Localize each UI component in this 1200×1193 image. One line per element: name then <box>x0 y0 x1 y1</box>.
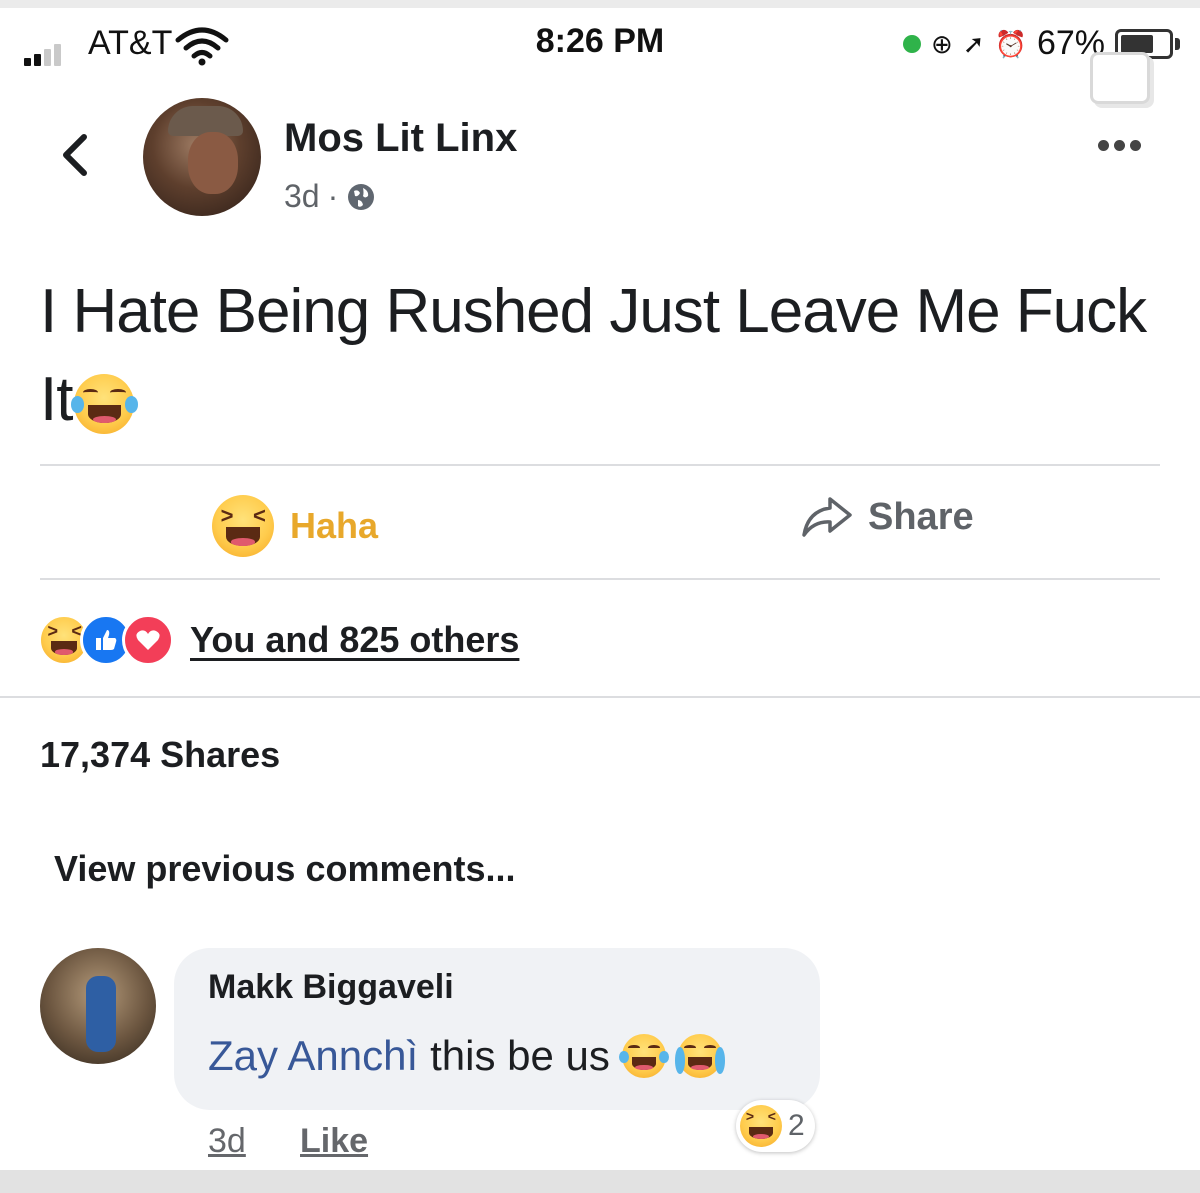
orientation-lock-icon: ⊕ <box>930 28 953 59</box>
haha-label: Haha <box>290 505 379 546</box>
reaction-summary[interactable]: You and 825 others <box>38 614 519 666</box>
meta-separator: · <box>327 178 339 214</box>
haha-reaction-button[interactable]: Haha <box>212 495 378 557</box>
author-avatar[interactable] <box>143 98 261 216</box>
shares-count[interactable]: 17,374 Shares <box>40 734 280 776</box>
more-dots-icon <box>1098 140 1109 151</box>
back-chevron-icon <box>63 134 87 176</box>
commenter-avatar[interactable] <box>40 948 156 1064</box>
divider-actions <box>40 578 1160 580</box>
haha-emoji-icon <box>212 495 274 557</box>
more-options-button[interactable] <box>1098 140 1141 151</box>
view-previous-comments-link[interactable]: View previous comments... <box>54 848 516 890</box>
location-icon: ➚ <box>962 28 985 59</box>
battery-tip <box>1175 37 1180 50</box>
share-label: Share <box>868 495 974 538</box>
comment-reaction-count: 2 <box>788 1109 805 1142</box>
comment-body: this be us <box>430 1032 610 1079</box>
comment-time[interactable]: 3d <box>208 1122 246 1161</box>
comment-text: Zay Annchì this be us <box>208 1032 725 1080</box>
commenter-name[interactable]: Makk Biggaveli <box>208 968 454 1007</box>
alarm-icon: ⏰ <box>994 28 1027 59</box>
comment-like-button[interactable]: Like <box>300 1122 368 1161</box>
haha-emoji-icon <box>740 1105 782 1147</box>
laughing-tears-emoji-comment <box>619 1034 669 1078</box>
post-age[interactable]: 3d <box>284 178 320 215</box>
crying-emoji <box>675 1034 725 1078</box>
overlay-square-icon <box>1090 52 1150 104</box>
back-button[interactable] <box>50 125 100 185</box>
globe-icon <box>348 183 375 210</box>
camera-in-use-dot-icon <box>902 34 921 53</box>
divider-top <box>40 464 1160 466</box>
author-name[interactable]: Mos Lit Linx <box>284 116 517 161</box>
divider-reactions <box>0 696 1200 698</box>
reaction-summary-text[interactable]: You and 825 others <box>190 619 519 661</box>
comment-reaction-badge[interactable]: 2 <box>736 1100 815 1152</box>
frame-bottom-border <box>0 1170 1200 1193</box>
status-bar: AT&T 8:26 PM ⊕ ➚ ⏰ 67% <box>0 10 1200 70</box>
share-button[interactable]: Share <box>800 495 974 539</box>
share-arrow-icon <box>802 497 852 537</box>
post-text-content: I Hate Being Rushed Just Leave Me Fuck I… <box>40 277 1147 434</box>
post-text: I Hate Being Rushed Just Leave Me Fuck I… <box>40 268 1160 444</box>
comment-mention[interactable]: Zay Annchì <box>208 1032 418 1080</box>
post-meta: 3d · <box>284 178 376 215</box>
frame-top-border <box>0 0 1200 8</box>
love-icon <box>122 614 174 666</box>
laughing-tears-emoji <box>70 373 139 434</box>
